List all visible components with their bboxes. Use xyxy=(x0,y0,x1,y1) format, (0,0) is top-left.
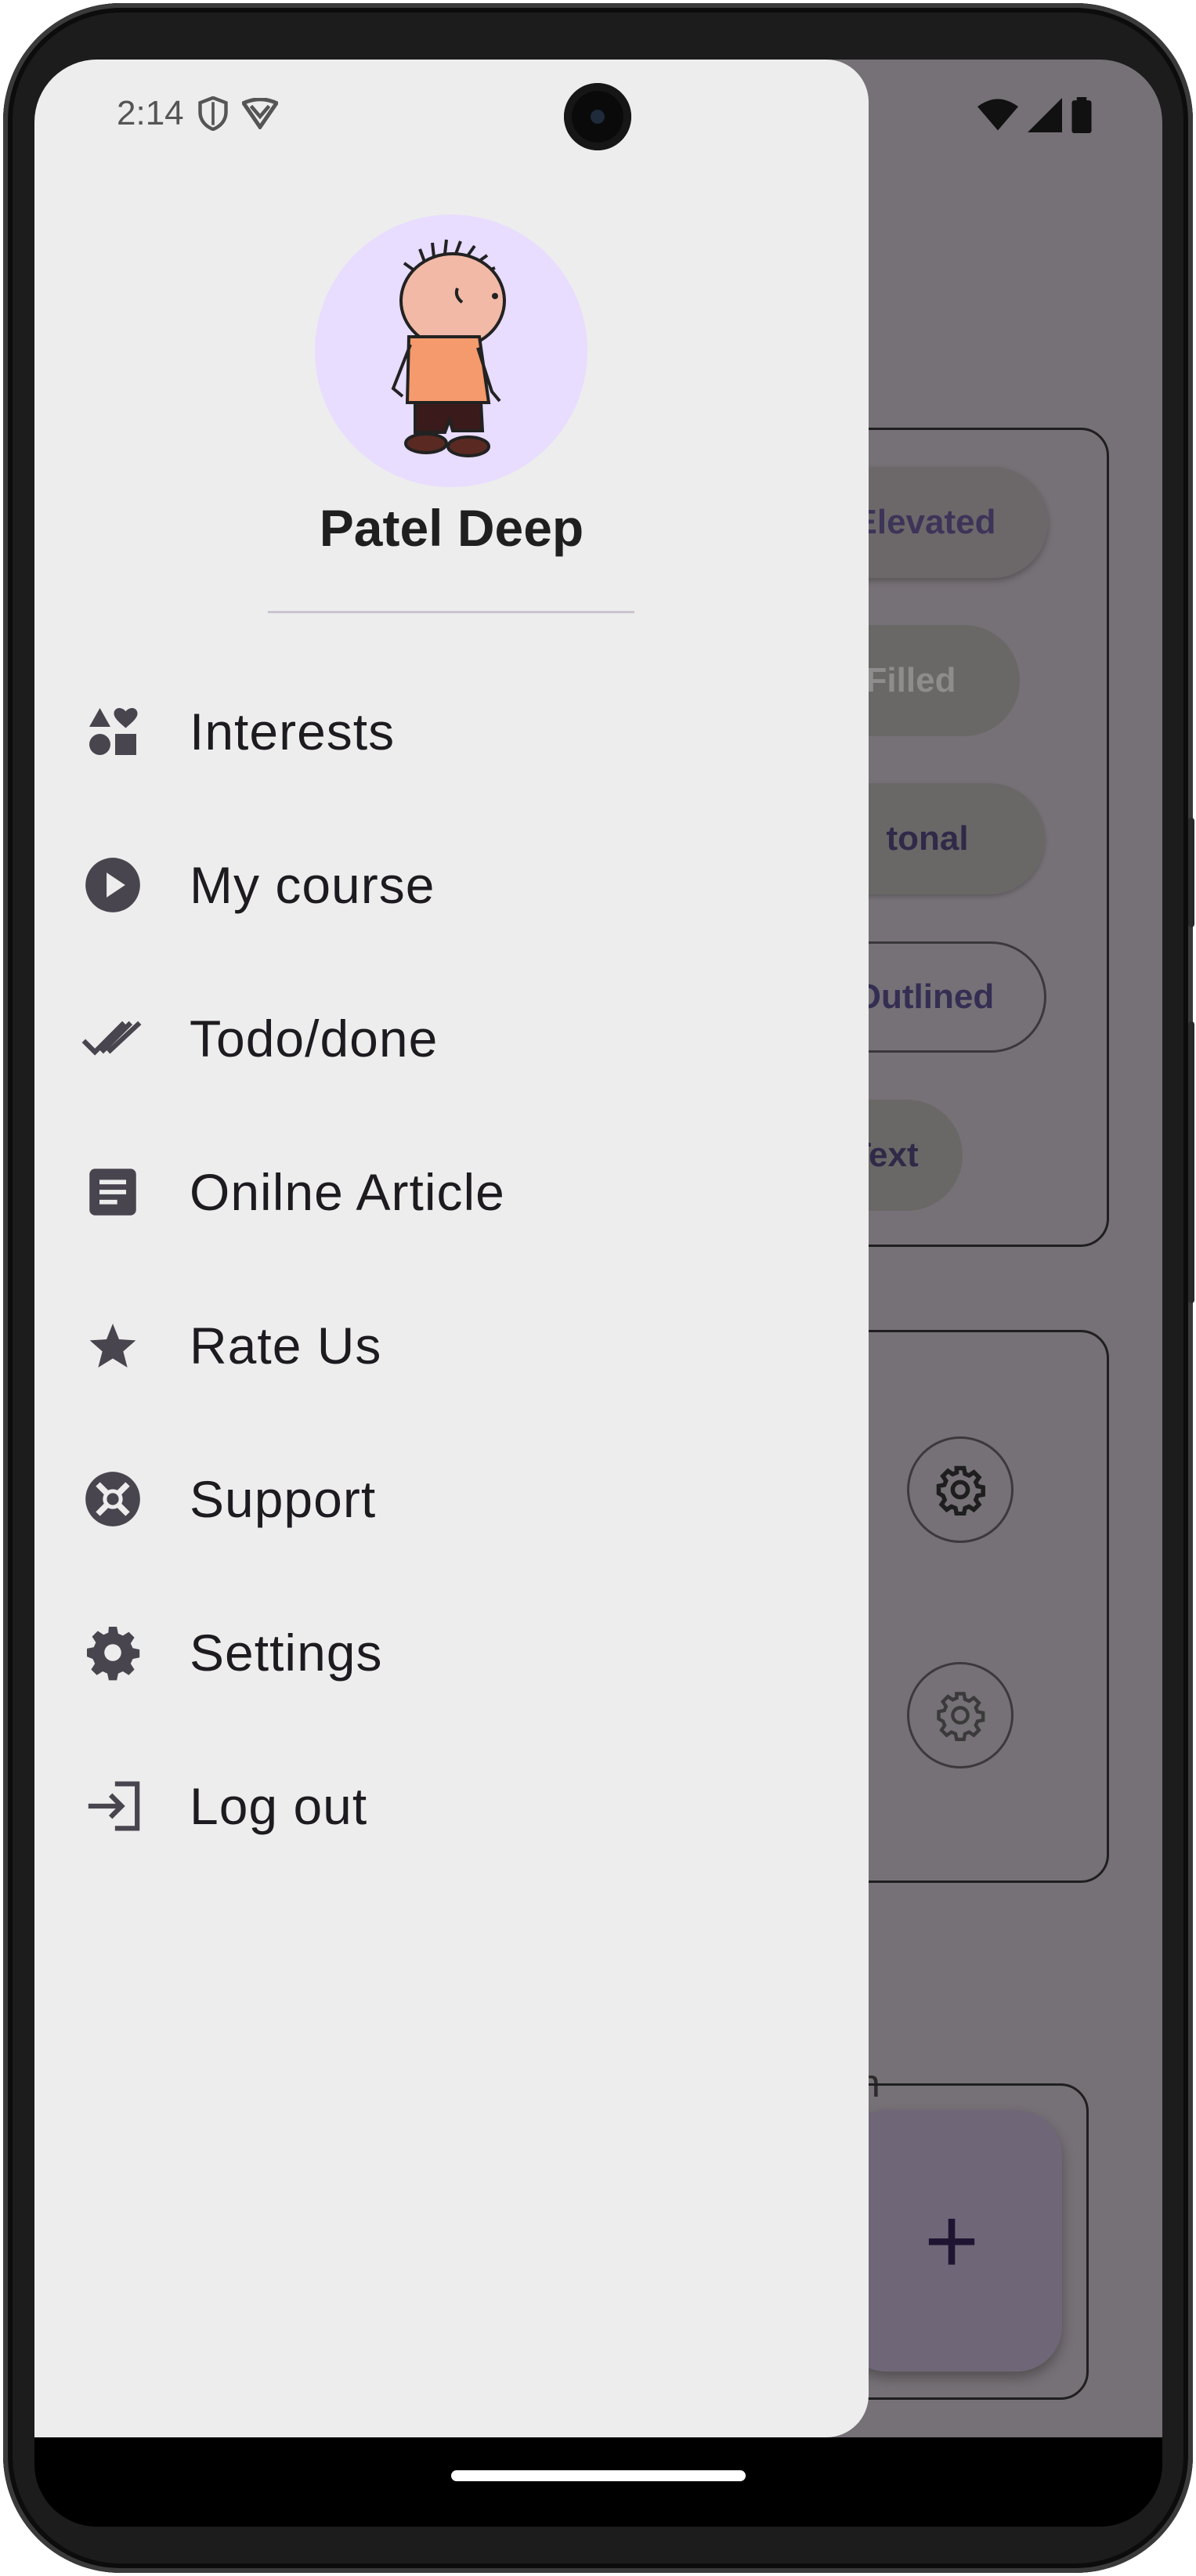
avatar[interactable] xyxy=(315,215,587,487)
logout-icon xyxy=(81,1775,144,1837)
menu-item-my-course[interactable]: My course xyxy=(34,808,869,962)
menu-label-online-article: Onilne Article xyxy=(190,1163,505,1221)
front-camera xyxy=(564,83,631,150)
menu-label-my-course: My course xyxy=(190,856,435,914)
menu-item-support[interactable]: Support xyxy=(34,1422,869,1576)
status-time: 2:14 xyxy=(117,94,184,132)
menu-label-settings: Settings xyxy=(190,1624,383,1682)
power-button xyxy=(1188,818,1194,927)
menu-label-support: Support xyxy=(190,1470,377,1528)
user-name: Patel Deep xyxy=(319,499,584,557)
menu-label-rate-us: Rate Us xyxy=(190,1317,382,1375)
signal-icon xyxy=(1028,98,1062,132)
wifi-icon xyxy=(977,99,1018,131)
settings-icon-button[interactable] xyxy=(907,1436,1014,1543)
battery-icon xyxy=(1071,97,1092,133)
menu-label-log-out: Log out xyxy=(190,1777,368,1835)
system-navigation-bar xyxy=(34,2437,1162,2527)
play-circle-icon xyxy=(81,854,144,916)
vpn-icon xyxy=(241,98,278,129)
menu-item-todo-done[interactable]: Todo/done xyxy=(34,962,869,1115)
drawer-menu: Interests My course Todo/done Onilne Art… xyxy=(34,655,869,1883)
shield-icon xyxy=(197,96,228,131)
menu-item-log-out[interactable]: Log out xyxy=(34,1729,869,1883)
gear-icon xyxy=(936,1465,985,1516)
support-icon xyxy=(81,1468,144,1530)
settings-outlined-icon-button[interactable] xyxy=(907,1662,1014,1769)
plus-icon: + xyxy=(923,2188,980,2293)
done-all-icon xyxy=(81,1007,144,1070)
navigation-drawer: 2:14 Patel Deep Interests My course Todo… xyxy=(34,60,869,2437)
phone-frame: Elevated Filled tonal Outlined Text n + … xyxy=(3,3,1194,2573)
menu-item-settings[interactable]: Settings xyxy=(34,1576,869,1729)
home-indicator[interactable] xyxy=(451,2470,746,2481)
volume-button xyxy=(1188,1021,1194,1303)
menu-label-todo-done: Todo/done xyxy=(190,1010,439,1068)
menu-item-interests[interactable]: Interests xyxy=(34,655,869,808)
gear-icon xyxy=(81,1621,144,1684)
status-icons xyxy=(977,97,1092,133)
star-icon xyxy=(81,1314,144,1377)
interests-icon xyxy=(81,700,144,763)
menu-item-online-article[interactable]: Onilne Article xyxy=(34,1115,869,1269)
avatar-image xyxy=(391,239,506,457)
divider xyxy=(268,611,634,613)
add-fab[interactable]: + xyxy=(841,2110,1062,2372)
menu-label-interests: Interests xyxy=(190,703,396,761)
screen: Elevated Filled tonal Outlined Text n + … xyxy=(34,60,1162,2527)
status-bar: 2:14 xyxy=(117,94,278,133)
gear-icon xyxy=(937,1692,985,1741)
article-icon xyxy=(81,1161,144,1223)
menu-item-rate-us[interactable]: Rate Us xyxy=(34,1269,869,1422)
